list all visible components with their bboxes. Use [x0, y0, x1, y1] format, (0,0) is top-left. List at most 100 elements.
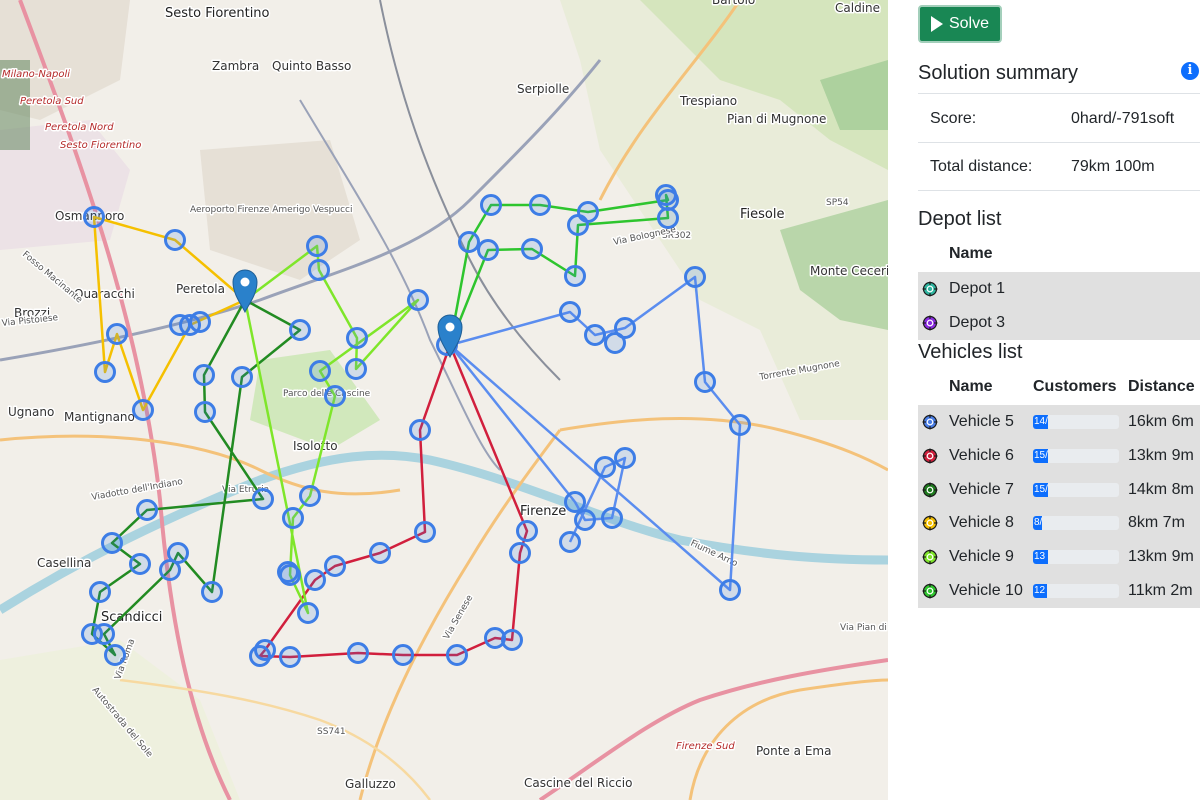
vehicle-row[interactable]: Vehicle 6 15/13km 9m	[918, 438, 1200, 473]
customer-marker	[414, 521, 436, 543]
map-label: Serpiolle	[517, 82, 569, 96]
map-label: SP54	[826, 198, 849, 208]
vehicle-row[interactable]: Vehicle 7 15/14km 8m	[918, 472, 1200, 507]
map-label: Aeroporto Firenze Amerigo Vespucci	[190, 205, 353, 215]
solution-summary-title: Solution summary	[918, 62, 1079, 84]
map-label: Casellina	[37, 556, 91, 570]
play-icon	[930, 16, 943, 32]
customer-marker	[529, 194, 551, 216]
customer-marker	[304, 569, 326, 591]
vehicle-row[interactable]: Vehicle 5 14/16km 6m	[918, 405, 1200, 439]
customer-marker	[509, 542, 531, 564]
customer-marker	[521, 238, 543, 260]
map-label: Firenze Sud	[676, 741, 735, 752]
vehicle-target-icon	[922, 515, 938, 531]
vehicle-row[interactable]: Vehicle 8 8/8km 7m	[918, 506, 1200, 541]
customer-marker	[392, 644, 414, 666]
customer-marker	[83, 206, 105, 228]
vehicle-target-icon	[922, 448, 938, 464]
customer-marker	[279, 646, 301, 668]
customer-marker	[604, 332, 626, 354]
customer-marker	[657, 207, 679, 229]
vehicle-distance: 16km 6m	[1128, 413, 1194, 430]
map-label: Galluzzo	[345, 777, 396, 791]
customer-marker	[345, 358, 367, 380]
map-label: Pian di Mugnone	[727, 112, 826, 126]
vehicle-name: Vehicle 7	[949, 480, 1014, 498]
customer-marker	[655, 184, 677, 206]
customer-marker	[559, 531, 581, 553]
map-label: Caldine	[835, 1, 880, 15]
customers-progress-bar: 15/	[1033, 448, 1119, 463]
vehicle-distance: 11km 2m	[1128, 582, 1193, 599]
customer-marker	[684, 266, 706, 288]
customer-marker	[324, 555, 346, 577]
map-label: Cascine del Riccio	[524, 776, 632, 790]
customers-progress-bar: 14/	[1033, 415, 1119, 429]
customer-marker	[409, 419, 431, 441]
vehicle-row[interactable]: Vehicle 10 12 11km 2m	[918, 574, 1200, 608]
map-label: Scandicci	[101, 610, 162, 625]
vehicle-distance: 14km 8m	[1128, 480, 1194, 498]
customer-marker	[94, 361, 116, 383]
map-label: Ponte a Ema	[756, 744, 831, 758]
customer-marker	[194, 401, 216, 423]
map-label: Milano-Napoli	[2, 69, 70, 80]
distance-row: Total distance: 79km 100m	[918, 142, 1200, 191]
customer-marker	[169, 314, 191, 336]
customer-marker	[101, 532, 123, 554]
vehicle-row[interactable]: Vehicle 9 13 13km 9m	[918, 540, 1200, 575]
customer-marker	[458, 231, 480, 253]
depot-row[interactable]: Depot 3	[918, 306, 1200, 340]
customers-progress-fill: 13	[1033, 550, 1048, 565]
customer-marker	[347, 642, 369, 664]
vehicles-list-title: Vehicles list	[918, 341, 1023, 363]
vehicle-target-icon	[922, 583, 938, 599]
vehicle-name: Vehicle 8	[949, 514, 1014, 532]
vehicle-distance: 13km 9m	[1128, 446, 1194, 464]
route-map[interactable]: Sesto Fiorentino Zambra Quinto Basso Serpio…	[0, 0, 888, 800]
customer-marker	[164, 229, 186, 251]
customer-marker	[297, 602, 319, 624]
customers-progress-fill: 14/	[1033, 415, 1049, 429]
customer-marker	[407, 289, 429, 311]
depot-list-title: Depot list	[918, 208, 1002, 230]
score-value: 0hard/-791soft	[1071, 110, 1175, 127]
map-label: Fiesole	[740, 207, 784, 222]
distance-label: Total distance:	[930, 158, 1033, 175]
depot-row[interactable]: Depot 1	[918, 272, 1200, 306]
map-label: SS741	[317, 727, 346, 737]
customer-marker	[564, 265, 586, 287]
customer-marker	[104, 644, 126, 666]
customer-marker	[201, 581, 223, 603]
customer-marker	[729, 414, 751, 436]
depot-name: Depot 1	[949, 280, 1006, 297]
map-label: Isolotto	[293, 439, 338, 453]
customer-marker	[346, 327, 368, 349]
score-label: Score:	[930, 110, 977, 127]
vehicle-customers-header: Customers	[1033, 378, 1117, 395]
solve-button[interactable]: Solve	[918, 5, 1002, 43]
vehicle-distance: 13km 9m	[1128, 548, 1194, 566]
customer-marker	[601, 507, 623, 529]
vehicle-target-icon	[922, 482, 938, 498]
customer-marker	[129, 553, 151, 575]
customer-marker	[167, 542, 189, 564]
map-label: Monte Ceceri	[810, 264, 888, 278]
customer-marker	[480, 194, 502, 216]
customer-marker	[559, 301, 581, 323]
customer-marker	[189, 311, 211, 333]
customer-marker	[564, 491, 586, 513]
vehicle-target-icon	[922, 549, 938, 565]
customer-marker	[567, 214, 589, 236]
map-label: Via Pian di Ripoli	[840, 623, 888, 633]
customer-marker	[574, 509, 596, 531]
customers-progress-fill: 8/	[1033, 516, 1042, 531]
map-canvas[interactable]: Sesto Fiorentino Zambra Quinto Basso Serpio…	[0, 0, 888, 800]
info-icon[interactable]: i	[1181, 62, 1199, 80]
customer-marker	[477, 239, 499, 261]
map-label: Peretola	[176, 282, 225, 296]
customer-marker	[719, 579, 741, 601]
customers-progress-bar: 12	[1033, 584, 1119, 598]
customer-marker	[501, 629, 523, 651]
